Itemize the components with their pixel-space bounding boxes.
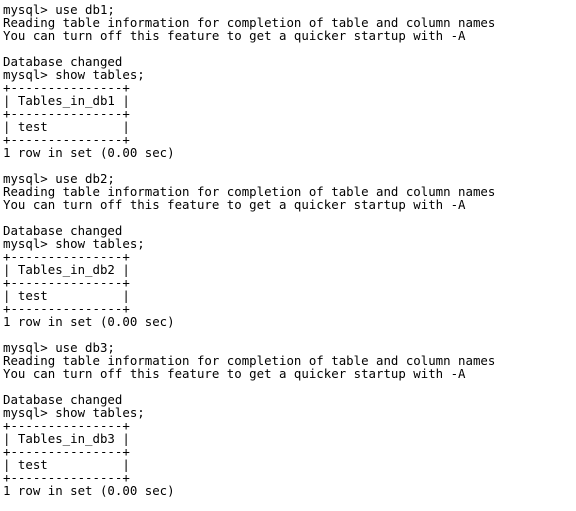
terminal-line: You can turn off this feature to get a q… (3, 28, 466, 43)
terminal-line: 1 row in set (0.00 sec) (3, 314, 175, 329)
terminal-line: You can turn off this feature to get a q… (3, 197, 466, 212)
terminal-line: 1 row in set (0.00 sec) (3, 483, 175, 498)
terminal-line: You can turn off this feature to get a q… (3, 366, 466, 381)
terminal-output[interactable]: mysql> use db1; Reading table informatio… (3, 3, 573, 508)
terminal-line: 1 row in set (0.00 sec) (3, 145, 175, 160)
